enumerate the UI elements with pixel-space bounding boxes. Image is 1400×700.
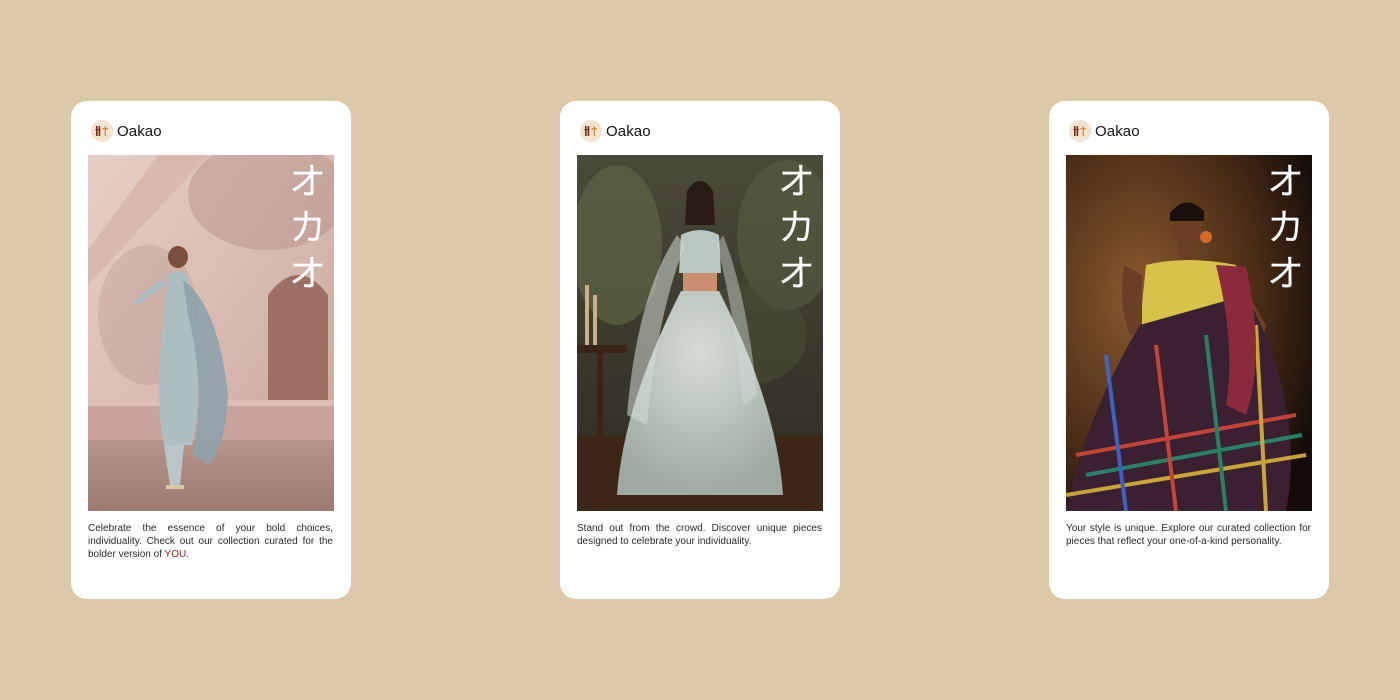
oakao-logo-icon xyxy=(91,120,113,142)
katakana-char-o: オ xyxy=(778,160,815,203)
caption-text: Your style is unique. Explore our curate… xyxy=(1066,523,1311,547)
oakao-logo-icon xyxy=(1069,120,1091,142)
katakana-char-ka: カ xyxy=(778,206,815,249)
caption-end: . xyxy=(186,549,189,560)
brand-header: Oakao xyxy=(1069,119,1140,143)
post-caption: Your style is unique. Explore our curate… xyxy=(1066,522,1311,548)
brand-name: Oakao xyxy=(1095,122,1140,140)
post-card-1[interactable]: Oakao オ カ オ Celebrate the essence of you… xyxy=(71,101,351,599)
post-caption: Stand out from the crowd. Discover uniqu… xyxy=(577,522,822,548)
model-photo[interactable]: オ カ オ xyxy=(1066,155,1312,511)
katakana-char-o: オ xyxy=(1267,160,1304,203)
post-caption: Celebrate the essence of your bold choic… xyxy=(88,522,333,561)
katakana-char-o: オ xyxy=(289,252,326,295)
post-card-2[interactable]: Oakao オ カ オ Stand out from the crowd. Di… xyxy=(560,101,840,599)
katakana-watermark: オ カ オ xyxy=(1267,159,1304,297)
oakao-logo-icon xyxy=(580,120,602,142)
katakana-watermark: オ カ オ xyxy=(778,159,815,297)
caption-text: Celebrate the essence of your bold choic… xyxy=(88,523,333,560)
katakana-char-o: オ xyxy=(778,252,815,295)
brand-header: Oakao xyxy=(91,119,162,143)
post-card-3[interactable]: Oakao オ カ オ Your style is unique. Explor… xyxy=(1049,101,1329,599)
model-photo[interactable]: オ カ オ xyxy=(577,155,823,511)
brand-name: Oakao xyxy=(117,122,162,140)
katakana-watermark: オ カ オ xyxy=(289,159,326,297)
katakana-char-ka: カ xyxy=(289,206,326,249)
katakana-char-o: オ xyxy=(289,160,326,203)
caption-text: Stand out from the crowd. Discover uniqu… xyxy=(577,523,822,547)
katakana-char-o: オ xyxy=(1267,252,1304,295)
brand-name: Oakao xyxy=(606,122,651,140)
katakana-char-ka: カ xyxy=(1267,206,1304,249)
brand-header: Oakao xyxy=(580,119,651,143)
model-photo[interactable]: オ カ オ xyxy=(88,155,334,511)
caption-emphasis: YOU xyxy=(164,549,187,560)
